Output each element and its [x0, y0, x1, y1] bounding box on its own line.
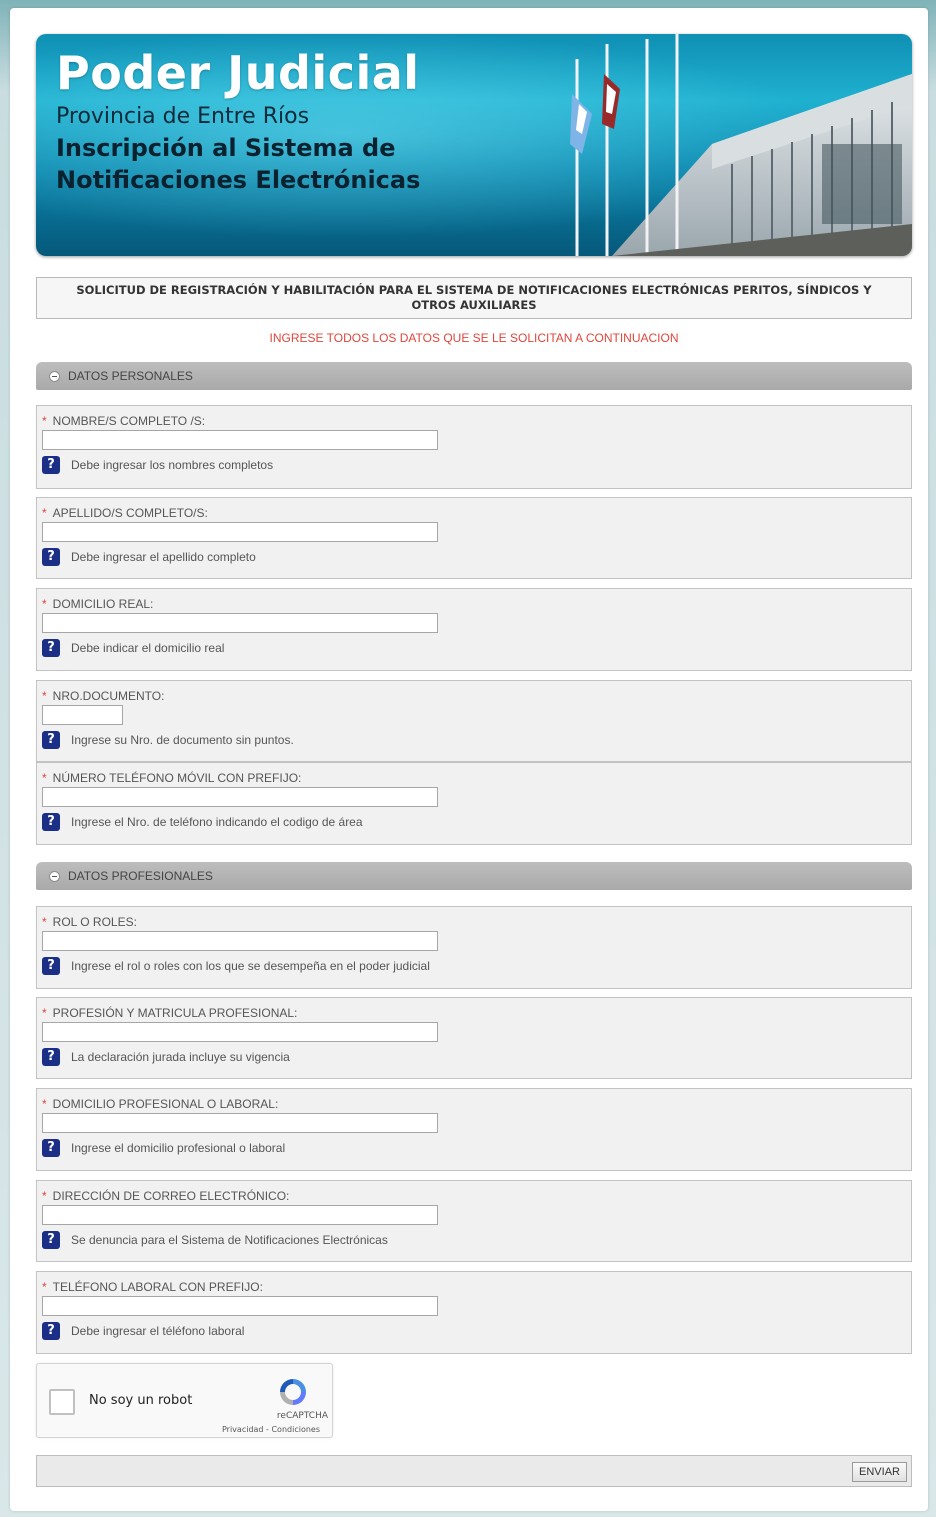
banner-heading: Inscripción al Sistema de Notificaciones… [56, 134, 421, 194]
real-address-input[interactable] [42, 613, 438, 633]
required-mark: * [42, 506, 47, 520]
banner-title: Poder Judicial [56, 46, 420, 100]
help-text: Ingrese el Nro. de teléfono indicando el… [71, 815, 363, 829]
required-mark: * [42, 1097, 47, 1111]
field-label: NRO.DOCUMENTO: [52, 689, 165, 703]
required-mark: * [42, 915, 47, 929]
field-label: NOMBRE/S COMPLETO /S: [52, 414, 206, 428]
page-container: Poder Judicial Provincia de Entre Ríos I… [10, 8, 928, 1511]
mobile-phone-input[interactable] [42, 787, 438, 807]
field-label: DIRECCIÓN DE CORREO ELECTRÓNICO: [52, 1189, 290, 1203]
section-title: DATOS PROFESIONALES [68, 869, 213, 883]
field-real-address: * DOMICILIO REAL: ? Debe indicar el domici… [36, 588, 912, 671]
recaptcha-checkbox[interactable] [49, 1389, 75, 1415]
help-icon[interactable]: ? [42, 731, 60, 749]
banner-subtitle: Provincia de Entre Ríos [56, 104, 310, 129]
help-icon[interactable]: ? [42, 957, 60, 975]
help-icon[interactable]: ? [42, 548, 60, 566]
field-label: DOMICILIO REAL: [52, 597, 154, 611]
collapse-toggle-icon[interactable] [49, 870, 60, 882]
help-icon[interactable]: ? [42, 1231, 60, 1249]
field-professional-address: * DOMICILIO PROFESIONAL O LABORAL: ? Ingre… [36, 1088, 912, 1171]
form-header-text: SOLICITUD DE REGISTRACIÓN Y HABILITACIÓN… [76, 283, 872, 312]
roles-input[interactable] [42, 931, 438, 951]
help-text: Se denuncia para el Sistema de Notificac… [71, 1233, 388, 1247]
work-phone-input[interactable] [42, 1296, 438, 1316]
profession-license-input[interactable] [42, 1022, 438, 1042]
section-professional-data[interactable]: DATOS PROFESIONALES [36, 862, 912, 890]
field-roles: * ROL O ROLES: ? Ingrese el rol o roles co… [36, 906, 912, 989]
field-last-names: * APELLIDO/S COMPLETO/S: ? Debe ingresar e… [36, 497, 912, 579]
field-email: * DIRECCIÓN DE CORREO ELECTRÓNICO: ? Se de… [36, 1180, 912, 1262]
field-label: APELLIDO/S COMPLETO/S: [52, 506, 208, 520]
help-text: Debe ingresar el apellido completo [71, 550, 256, 564]
help-text: La declaración jurada incluye su vigenci… [71, 1050, 290, 1064]
last-names-input[interactable] [42, 522, 438, 542]
field-label: NÚMERO TELÉFONO MÓVIL CON PREFIJO: [52, 771, 302, 785]
help-icon[interactable]: ? [42, 1139, 60, 1157]
required-mark: * [42, 689, 47, 703]
field-mobile-phone: * NÚMERO TELÉFONO MÓVIL CON PREFIJO: ? Ing… [36, 762, 912, 845]
required-mark: * [42, 1006, 47, 1020]
help-icon[interactable]: ? [42, 813, 60, 831]
field-first-names: * NOMBRE/S COMPLETO /S: ? Debe ingresar lo… [36, 405, 912, 489]
document-number-input[interactable] [42, 705, 123, 725]
help-icon[interactable]: ? [42, 456, 60, 474]
field-label: ROL O ROLES: [52, 915, 137, 929]
field-label: TELÉFONO LABORAL CON PREFIJO: [52, 1280, 263, 1294]
form-header: SOLICITUD DE REGISTRACIÓN Y HABILITACIÓN… [36, 277, 912, 319]
required-mark: * [42, 414, 47, 428]
help-text: Debe ingresar el téléfono laboral [71, 1324, 245, 1338]
help-text: Ingrese el rol o roles con los que se de… [71, 959, 430, 973]
recaptcha-widget: No soy un robot reCAPTCHA Privacidad - C… [36, 1363, 333, 1438]
header-banner: Poder Judicial Provincia de Entre Ríos I… [36, 34, 912, 256]
section-personal-data[interactable]: DATOS PERSONALES [36, 362, 912, 390]
required-mark: * [42, 1280, 47, 1294]
field-label: PROFESIÓN Y MATRICULA PROFESIONAL: [52, 1006, 298, 1020]
form-footer: ENVIAR [36, 1455, 912, 1487]
required-mark: * [42, 771, 47, 785]
field-document-number: * NRO.DOCUMENTO: ? Ingrese su Nro. de docu… [36, 680, 912, 762]
recaptcha-brand: reCAPTCHA [276, 1411, 328, 1421]
field-work-phone: * TELÉFONO LABORAL CON PREFIJO: ? Debe ing… [36, 1271, 912, 1354]
recaptcha-label: No soy un robot [89, 1393, 193, 1408]
section-title: DATOS PERSONALES [68, 369, 193, 383]
recaptcha-links[interactable]: Privacidad - Condiciones [222, 1425, 320, 1434]
first-names-input[interactable] [42, 430, 438, 450]
help-text: Ingrese su Nro. de documento sin puntos. [71, 733, 294, 747]
help-text: Debe indicar el domicilio real [71, 641, 225, 655]
professional-address-input[interactable] [42, 1113, 438, 1133]
required-mark: * [42, 1189, 47, 1203]
email-input[interactable] [42, 1205, 438, 1225]
recaptcha-logo-icon [280, 1379, 306, 1405]
form-instruction: INGRESE TODOS LOS DATOS QUE SE LE SOLICI… [269, 331, 679, 345]
collapse-toggle-icon[interactable] [49, 370, 60, 382]
help-text: Debe ingresar los nombres completos [71, 458, 274, 472]
submit-button[interactable]: ENVIAR [852, 1462, 907, 1482]
help-text: Ingrese el domicilio profesional o labor… [71, 1141, 286, 1155]
help-icon[interactable]: ? [42, 1048, 60, 1066]
field-profession-license: * PROFESIÓN Y MATRICULA PROFESIONAL: ? La … [36, 997, 912, 1079]
help-icon[interactable]: ? [42, 1322, 60, 1340]
required-mark: * [42, 597, 47, 611]
help-icon[interactable]: ? [42, 639, 60, 657]
courthouse-image [570, 34, 912, 256]
field-label: DOMICILIO PROFESIONAL O LABORAL: [52, 1097, 279, 1111]
